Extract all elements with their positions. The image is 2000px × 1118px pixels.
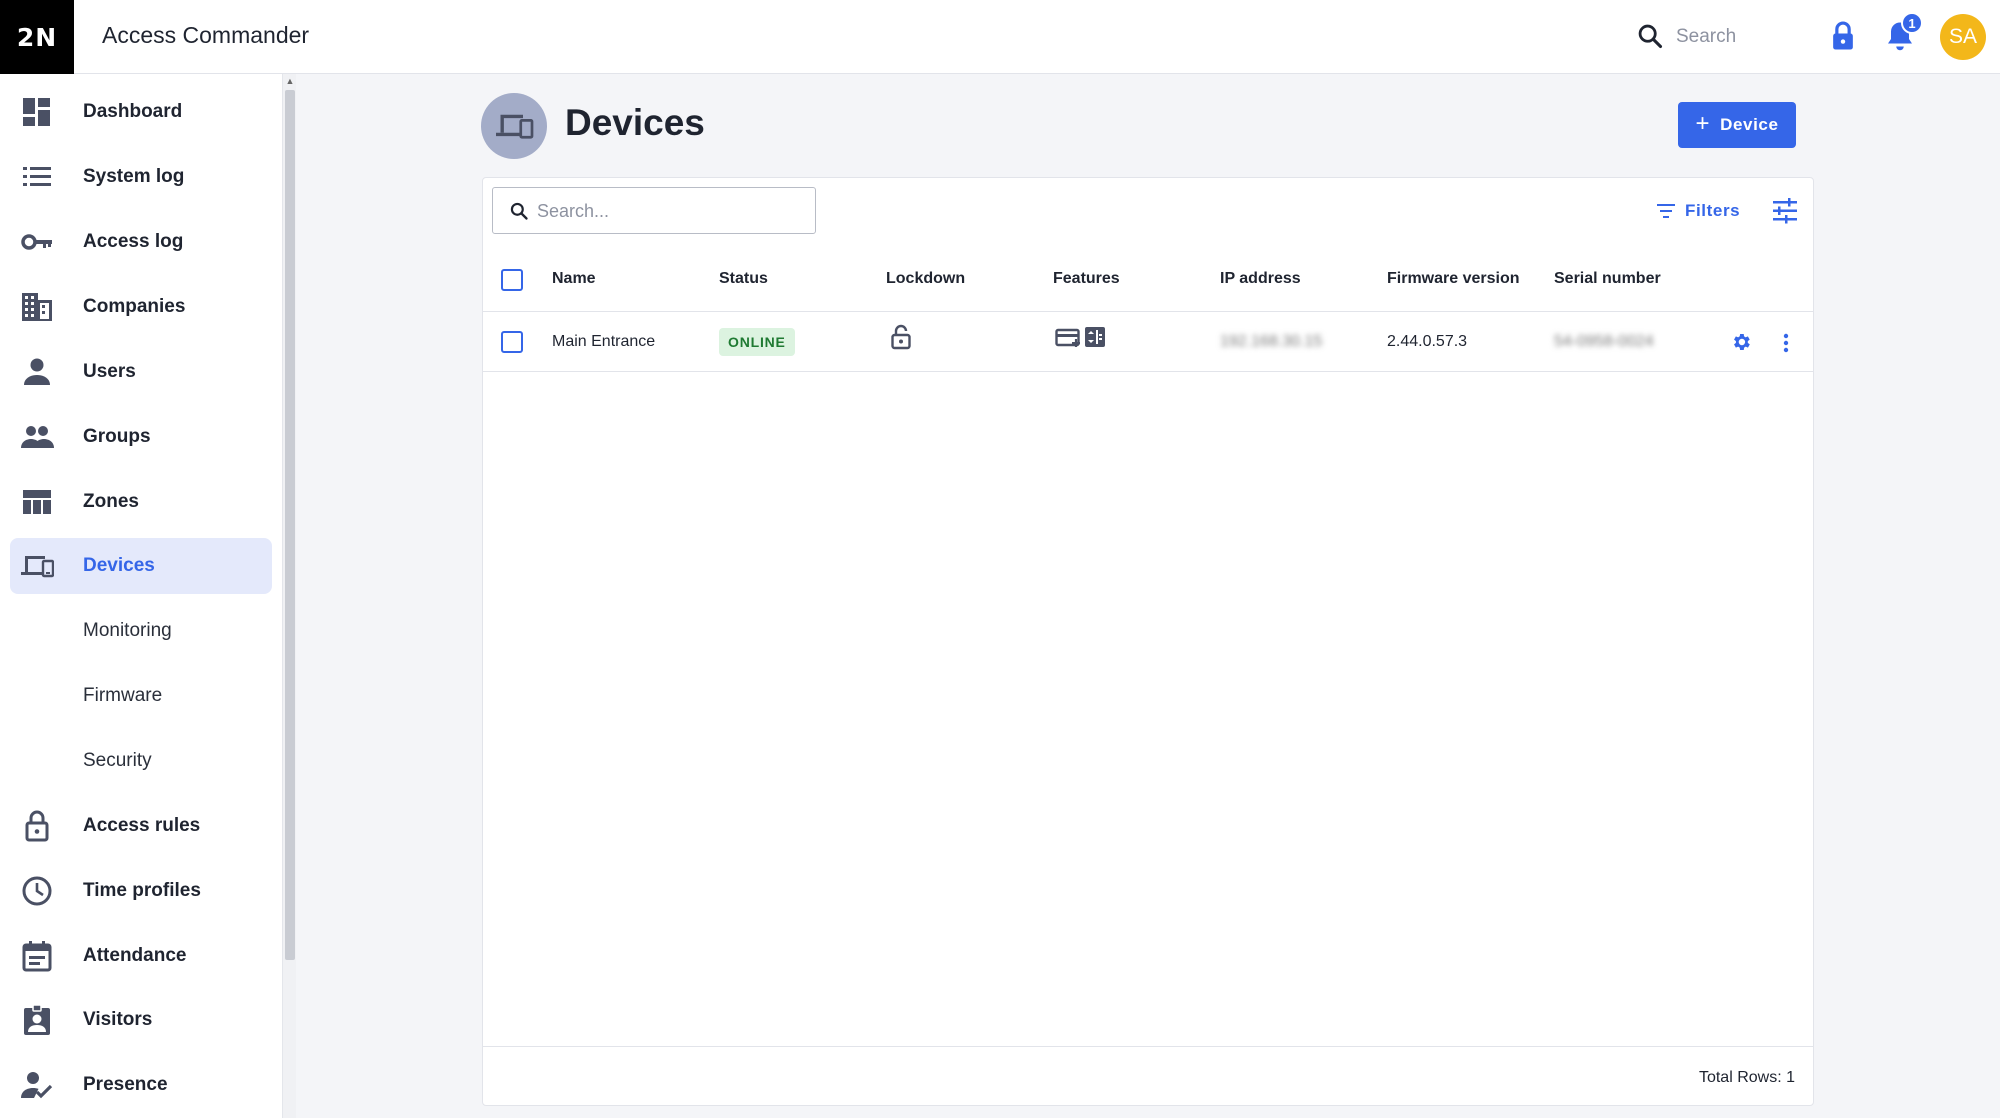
global-search-input[interactable]	[1676, 21, 1806, 53]
sidebar-item-companies[interactable]: Companies	[10, 279, 272, 335]
sidebar-item-label: Security	[83, 750, 152, 771]
column-header-name[interactable]: Name	[552, 270, 596, 288]
table-header-divider	[483, 311, 1813, 312]
sidebar-item-label: Time profiles	[83, 880, 201, 901]
serial-number: 54-0958-0024	[1554, 333, 1654, 350]
sidebar-item-label: Attendance	[83, 945, 187, 966]
filter-icon	[1657, 204, 1675, 218]
zones-icon	[23, 490, 51, 514]
add-device-button[interactable]: + Device	[1678, 102, 1796, 148]
list-icon	[23, 167, 51, 186]
column-header-serial-number[interactable]: Serial number	[1554, 270, 1661, 288]
sidebar-item-attendance[interactable]: Attendance	[10, 928, 272, 984]
top-bar: 2N Access Commander 1 SA	[0, 0, 2000, 74]
lock-icon[interactable]	[1828, 20, 1858, 52]
app-title: Access Commander	[102, 22, 310, 48]
devices-table-card: Filters Name Status Lockdown Features IP…	[482, 177, 1814, 1106]
table-search-input[interactable]	[537, 196, 807, 226]
sidebar-item-access-log[interactable]: Access log	[10, 214, 272, 270]
total-rows-count: Total Rows: 1	[1698, 1069, 1795, 1086]
sidebar-item-label: Access log	[83, 231, 184, 252]
sidebar-item-access-rules[interactable]: Access rules	[10, 798, 272, 854]
search-icon[interactable]	[1636, 22, 1664, 50]
column-header-ip-address[interactable]: IP address	[1220, 270, 1301, 288]
sidebar-scrollbar[interactable]: ▲	[282, 74, 296, 1118]
page-header-icon	[481, 93, 547, 159]
sidebar-item-security[interactable]: Security	[10, 733, 272, 789]
sidebar-item-label: Companies	[83, 296, 186, 317]
lock-open-icon	[891, 324, 911, 350]
people-icon	[21, 426, 54, 448]
column-header-firmware-version[interactable]: Firmware version	[1387, 270, 1520, 288]
scrollbar-thumb[interactable]	[285, 90, 295, 960]
row-checkbox[interactable]	[501, 331, 523, 353]
table-row-divider	[483, 371, 1813, 372]
scroll-up-arrow-icon[interactable]: ▲	[285, 76, 295, 86]
gear-icon[interactable]	[1730, 331, 1752, 353]
sidebar-item-monitoring[interactable]: Monitoring	[10, 603, 272, 659]
person-check-icon	[21, 1072, 53, 1099]
sidebar-item-groups[interactable]: Groups	[10, 409, 272, 465]
sidebar-item-system-log[interactable]: System log	[10, 149, 272, 205]
column-header-status[interactable]: Status	[719, 270, 768, 288]
sidebar-item-label: System log	[83, 166, 185, 187]
sidebar-item-zones[interactable]: Zones	[10, 474, 272, 530]
tune-settings-icon[interactable]	[1771, 198, 1799, 224]
avatar[interactable]: SA	[1940, 14, 1986, 60]
badge-icon	[24, 1004, 50, 1035]
sidebar-item-label: Presence	[83, 1074, 168, 1095]
keypad-icon	[1085, 327, 1105, 347]
sidebar-item-devices[interactable]: Devices	[10, 538, 272, 594]
ip-address: 192.168.30.15	[1220, 333, 1323, 350]
status-badge: ONLINE	[719, 328, 795, 356]
sidebar-item-label: Groups	[83, 426, 151, 447]
sidebar-item-visitors[interactable]: Visitors	[10, 992, 272, 1048]
table-footer-divider	[483, 1046, 1813, 1047]
add-device-button-label: Device	[1720, 115, 1779, 134]
sidebar-item-label: Users	[83, 361, 136, 382]
app-logo[interactable]: 2N	[0, 0, 74, 74]
more-vertical-icon[interactable]	[1783, 333, 1789, 353]
clock-icon	[22, 876, 52, 906]
card-reader-icon	[1055, 328, 1080, 347]
page-title: Devices	[565, 102, 705, 143]
person-icon	[24, 358, 50, 385]
filters-button[interactable]: Filters	[1657, 199, 1740, 223]
sidebar-item-label: Zones	[83, 491, 139, 512]
key-icon	[21, 234, 52, 250]
sidebar-item-label: Visitors	[83, 1009, 153, 1030]
dashboard-icon	[23, 98, 50, 126]
lock-open-icon	[25, 810, 49, 842]
sidebar-item-label: Firmware	[83, 685, 163, 706]
firmware-version: 2.44.0.57.3	[1387, 333, 1468, 350]
filters-button-label: Filters	[1685, 201, 1741, 220]
calendar-icon	[22, 941, 52, 972]
devices-icon	[21, 556, 54, 578]
sidebar-item-dashboard[interactable]: Dashboard	[10, 84, 272, 140]
column-header-features[interactable]: Features	[1053, 270, 1120, 288]
devices-icon	[496, 114, 534, 139]
sidebar-item-time-profiles[interactable]: Time profiles	[10, 863, 272, 919]
sidebar-item-users[interactable]: Users	[10, 344, 272, 400]
sidebar-item-label: Monitoring	[83, 620, 172, 641]
building-icon	[22, 293, 52, 321]
sidebar-item-presence[interactable]: Presence	[10, 1057, 272, 1113]
sidebar-item-label: Access rules	[83, 815, 201, 836]
notification-badge: 1	[1901, 12, 1923, 34]
sidebar: Dashboard System log Access log Companie…	[0, 74, 282, 1118]
column-header-lockdown[interactable]: Lockdown	[886, 270, 965, 288]
sidebar-item-label: Dashboard	[83, 101, 183, 122]
sidebar-item-firmware[interactable]: Firmware	[10, 668, 272, 724]
table-search-box[interactable]	[492, 187, 816, 234]
search-icon	[510, 202, 528, 220]
select-all-checkbox[interactable]	[501, 269, 523, 291]
sidebar-item-label: Devices	[83, 555, 155, 576]
plus-icon: +	[1695, 109, 1711, 137]
device-name[interactable]: Main Entrance	[552, 333, 655, 351]
